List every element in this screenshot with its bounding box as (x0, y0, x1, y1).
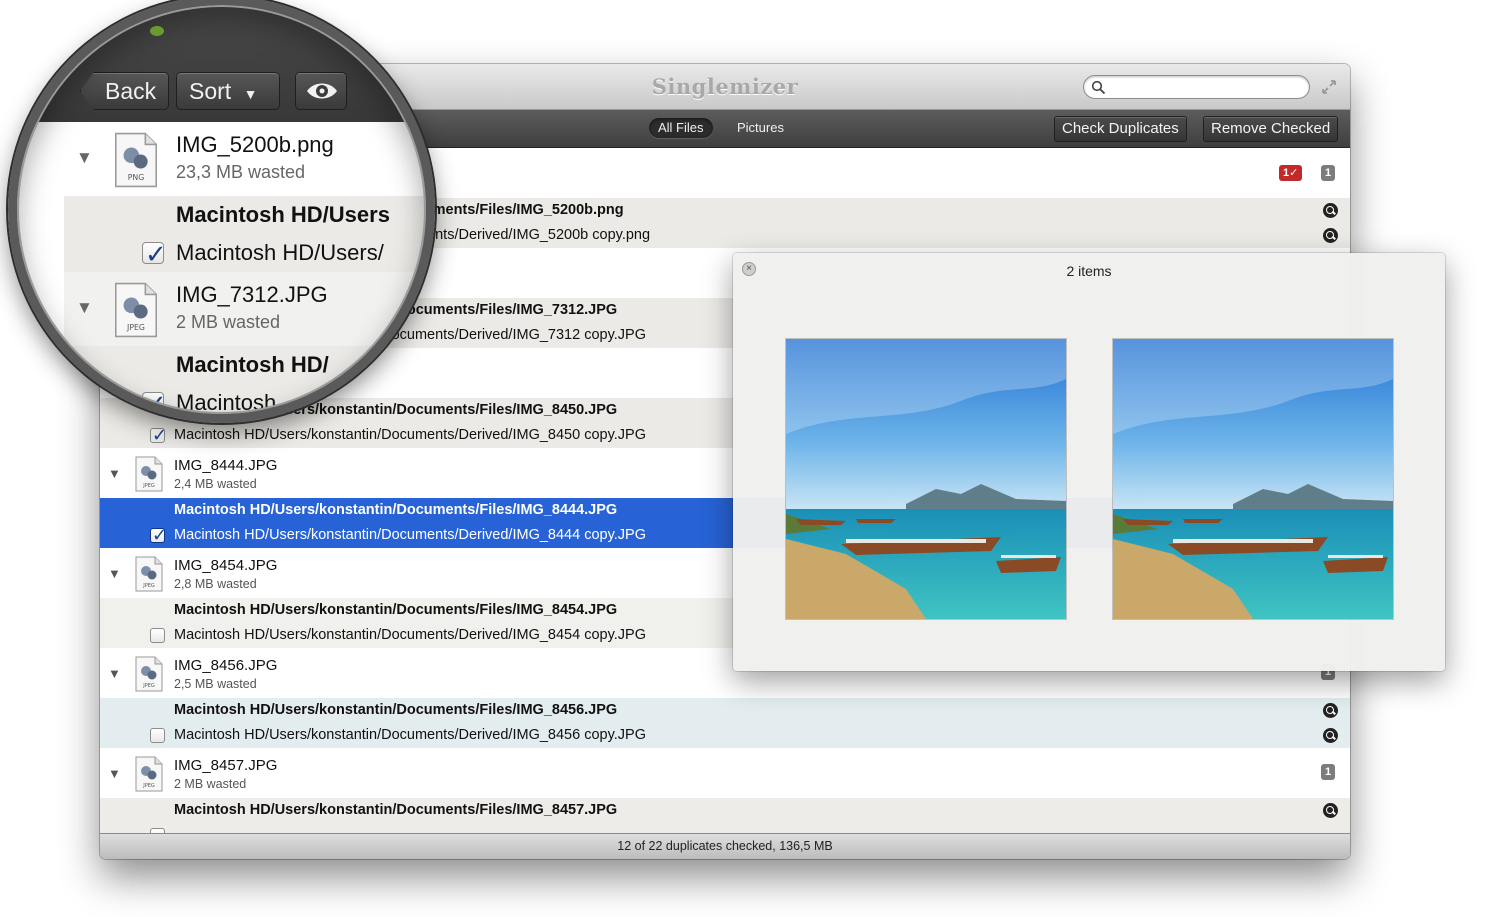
path-text: Macintosh HD/Users (176, 202, 390, 227)
magnified-copy-path[interactable]: ✓ Macintosh HD/Users/ (64, 234, 429, 272)
checkbox[interactable]: ✓ (142, 389, 167, 417)
group-wasted: 23,3 MB wasted (176, 162, 306, 182)
path-text: Macintosh HD/Users/konstantin/Documents/… (174, 602, 618, 618)
disclosure-triangle-icon[interactable]: ▼ (76, 298, 93, 318)
magnified-original-path[interactable]: Macintosh HD/Users (64, 196, 429, 234)
file-type-label: JPEG (142, 783, 155, 789)
check-duplicates-button[interactable]: Check Duplicates (1054, 116, 1187, 142)
disclosure-triangle-icon[interactable]: ▼ (108, 666, 121, 681)
group-wasted: 2,4 MB wasted (174, 477, 257, 491)
group-name: IMG_7312.JPG (176, 282, 328, 307)
quicklook-button[interactable] (295, 72, 347, 110)
remove-checked-button[interactable]: Remove Checked (1203, 116, 1339, 142)
fullscreen-icon[interactable] (1320, 78, 1338, 96)
copy-path-row[interactable] (100, 823, 1350, 833)
jpeg-file-icon: JPEG (115, 282, 157, 338)
group-wasted: 2 MB wasted (174, 777, 247, 791)
disclosure-triangle-icon[interactable]: ▼ (76, 148, 93, 168)
original-path-row[interactable]: Macintosh HD/Users/konstantin/Documents/… (100, 798, 1350, 823)
jpeg-file-icon: JPEG (135, 656, 163, 692)
preview-image-copy (1113, 339, 1393, 619)
file-type-label: JPEG (126, 323, 145, 332)
group-wasted: 2,5 MB wasted (174, 677, 257, 691)
group-row-img-8457[interactable]: ▼ JPEG IMG_8457.JPG 2 MB wasted 1 (100, 748, 1350, 798)
path-text: Macintosh HD/Users/konstantin/Documents/… (174, 527, 646, 543)
file-type-label: PNG (128, 173, 145, 182)
magnified-toolbar: Back Sort ▼ (14, 2, 429, 122)
eye-icon (307, 83, 337, 99)
count-badge: 1 (1321, 165, 1336, 181)
copy-path-row[interactable]: Macintosh HD/Users/konstantin/Documents/… (100, 723, 1350, 748)
reveal-magnifier-icon[interactable] (1323, 228, 1338, 243)
checkbox[interactable] (150, 728, 165, 743)
group-name: IMG_8444.JPG (174, 457, 278, 474)
group-name: IMG_8454.JPG (174, 557, 278, 574)
status-bar: 12 of 22 duplicates checked, 136,5 MB (100, 833, 1350, 859)
group-wasted: 2,8 MB wasted (174, 577, 257, 591)
reveal-magnifier-icon[interactable] (1323, 203, 1338, 218)
checked-count-badge: 1✓ (1279, 165, 1303, 181)
checkbox[interactable]: ✓ (150, 525, 167, 545)
path-text: Macintosh HD/Users/konstantin/Documents/… (174, 702, 618, 718)
jpeg-file-icon: JPEG (135, 756, 163, 792)
chevron-down-icon: ▼ (243, 86, 258, 102)
checkbox[interactable]: ✓ (142, 239, 167, 269)
leaf-icon (150, 26, 164, 36)
disclosure-triangle-icon[interactable]: ▼ (108, 566, 121, 581)
preview-image-original (786, 339, 1066, 619)
reveal-magnifier-icon[interactable] (1323, 728, 1338, 743)
reveal-magnifier-icon[interactable] (1323, 703, 1338, 718)
jpeg-file-icon: JPEG (135, 456, 163, 492)
reveal-magnifier-icon[interactable] (1323, 803, 1338, 818)
group-name: IMG_8457.JPG (174, 757, 278, 774)
group-wasted: 2 MB wasted (176, 312, 281, 332)
group-name: IMG_8456.JPG (174, 657, 278, 674)
checkbox[interactable] (150, 628, 165, 643)
magnified-copy-path[interactable]: ✓ Macintosh (64, 384, 429, 417)
path-text: Macintosh HD/Users/konstantin/Documents/… (174, 427, 646, 443)
checkbox[interactable]: ✓ (150, 425, 167, 445)
magnified-original-path[interactable]: Macintosh HD/ (64, 346, 429, 384)
filter-pictures[interactable]: Pictures (728, 118, 793, 138)
disclosure-triangle-icon[interactable]: ▼ (108, 466, 121, 481)
file-type-label: JPEG (142, 483, 155, 489)
magnifier-lens: Back Sort ▼ ▼ PNG IMG_5200b.png 23,3 MB … (14, 2, 429, 417)
search-field[interactable] (1083, 75, 1310, 99)
search-icon (1091, 80, 1106, 95)
path-text: Macintosh HD/ (176, 352, 329, 377)
quicklook-title: 2 items (1066, 263, 1112, 279)
path-text: Macintosh (176, 390, 277, 415)
file-type-label: JPEG (142, 583, 155, 589)
sort-button[interactable]: Sort ▼ (176, 72, 280, 110)
png-file-icon: PNG (115, 132, 157, 188)
quicklook-panel: × 2 items (733, 253, 1445, 671)
original-path-row[interactable]: Macintosh HD/Users/konstantin/Documents/… (100, 698, 1350, 723)
file-type-label: JPEG (142, 683, 155, 689)
back-button[interactable]: Back (80, 72, 170, 110)
path-text: Macintosh HD/Users/konstantin/Documents/… (174, 802, 618, 818)
filter-all-files[interactable]: All Files (649, 118, 713, 138)
path-text: Macintosh HD/Users/konstantin/Documents/… (174, 502, 618, 518)
sort-label: Sort (189, 78, 232, 104)
group-name: IMG_5200b.png (176, 132, 334, 157)
jpeg-file-icon: JPEG (135, 556, 163, 592)
path-text: Macintosh HD/Users/konstantin/Documents/… (174, 627, 646, 643)
magnified-group-img-7312[interactable]: ▼ JPEG IMG_7312.JPG 2 MB wasted (64, 272, 429, 346)
disclosure-triangle-icon[interactable]: ▼ (108, 766, 121, 781)
path-text: Macintosh HD/Users/konstantin/Documents/… (174, 727, 646, 743)
count-badge: 1 (1321, 764, 1336, 780)
magnified-group-img-5200b[interactable]: ▼ PNG IMG_5200b.png 23,3 MB wasted (64, 122, 429, 196)
path-text: Macintosh HD/Users/ (176, 240, 384, 265)
